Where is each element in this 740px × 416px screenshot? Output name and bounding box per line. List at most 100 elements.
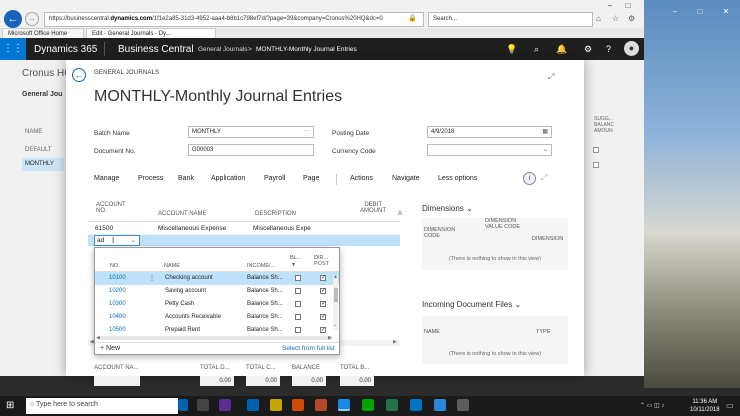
lookup-row[interactable]: 10400 Accounts Receivable Balance Sh...: [95, 311, 339, 324]
dimensions-col-value-code[interactable]: DIMENSION VALUE CODE: [485, 218, 527, 230]
minimize-icon[interactable]: –: [665, 7, 685, 17]
tab-office-home[interactable]: Microsoft Office Home: [2, 28, 84, 38]
row-account-no[interactable]: 61500: [95, 225, 113, 232]
settings-icon[interactable]: ⚙: [628, 14, 635, 23]
maximize-icon[interactable]: □: [618, 1, 638, 11]
lookup-row[interactable]: 10300 Petty Cash Balance Sh...: [95, 298, 339, 311]
lookup-no[interactable]: 10100: [109, 275, 126, 281]
tab-general-journals[interactable]: Edit - General Journals - Dy...: [86, 28, 216, 38]
lookup-no[interactable]: 10200: [109, 288, 126, 294]
row-account-name[interactable]: Miscellaneous Expense: [158, 225, 226, 232]
chevron-down-icon[interactable]: ⌄: [131, 236, 136, 244]
office-icon[interactable]: [315, 399, 327, 411]
action-payroll[interactable]: Payroll: [264, 175, 285, 182]
action-manage[interactable]: Manage: [94, 175, 119, 182]
select-from-full-list-link[interactable]: Select from full list: [282, 345, 335, 352]
browser-search-input[interactable]: Search...: [428, 12, 593, 27]
dimensions-col-dimension[interactable]: DIMENSION: [532, 236, 563, 242]
excel-icon[interactable]: [386, 399, 398, 411]
action-less-options[interactable]: Less options: [438, 175, 477, 182]
forward-arrow-icon[interactable]: →: [25, 12, 39, 26]
task-view-icon[interactable]: [197, 399, 209, 411]
gear-icon[interactable]: ⚙: [584, 38, 592, 60]
document-no-field[interactable]: G00003: [188, 144, 314, 156]
product-name[interactable]: Dynamics 365: [34, 44, 97, 55]
column-header-account-no[interactable]: ACCOUNT NO.: [96, 202, 136, 214]
help-icon[interactable]: ?: [606, 38, 611, 60]
minimize-icon[interactable]: –: [600, 1, 620, 11]
back-arrow-icon[interactable]: ←: [72, 68, 86, 82]
action-application[interactable]: Application: [211, 175, 245, 182]
word-icon[interactable]: [247, 399, 259, 411]
search-icon[interactable]: ⌕: [534, 38, 539, 60]
dialog-breadcrumb[interactable]: GENERAL JOURNALS: [94, 70, 159, 76]
app-name[interactable]: Business Central: [118, 44, 194, 55]
lookup-no[interactable]: 10400: [109, 314, 126, 320]
dimensions-col-code[interactable]: DIMENSION CODE: [424, 227, 460, 239]
lookup-ellipsis-icon[interactable]: ···: [304, 128, 310, 134]
incoming-files-title[interactable]: Incoming Document Files ⌄: [422, 300, 521, 309]
lookup-scroll-thumb[interactable]: [334, 288, 338, 302]
lookup-header-no[interactable]: NO.: [110, 263, 120, 269]
column-header-account-name[interactable]: ACCOUNT NAME: [158, 211, 207, 217]
teams-icon[interactable]: [219, 399, 231, 411]
app-icon[interactable]: [434, 399, 446, 411]
column-header-debit-amount[interactable]: DEBIT AMOUNT: [360, 202, 386, 214]
scroll-left-icon[interactable]: ◀: [96, 335, 100, 341]
incoming-col-name[interactable]: NAME: [424, 329, 440, 335]
scroll-right-icon[interactable]: ▶: [328, 335, 332, 341]
lookup-row[interactable]: 10100 ⋮ Checking account Balance Sh...: [95, 272, 339, 285]
file-explorer-icon[interactable]: [270, 399, 282, 411]
powerpoint-icon[interactable]: [292, 399, 304, 411]
batch-name-field[interactable]: MONTHLY ···: [188, 126, 314, 138]
scroll-up-icon[interactable]: ▲: [333, 274, 338, 280]
chrome-icon[interactable]: [362, 399, 374, 411]
lookup-no[interactable]: 10300: [109, 301, 126, 307]
star-icon[interactable]: ☆: [612, 14, 619, 23]
app-icon[interactable]: [457, 399, 469, 411]
close-icon[interactable]: ✕: [716, 7, 736, 17]
lookup-row[interactable]: 10200 Saving account Balance Sh...: [95, 285, 339, 298]
home-icon[interactable]: ⌂: [596, 14, 601, 23]
tray-icons[interactable]: ⌃ ▭ ◫ ♪: [640, 402, 664, 409]
outlook-icon[interactable]: [410, 399, 422, 411]
dimensions-title[interactable]: Dimensions ⌄: [422, 204, 473, 213]
bell-icon[interactable]: 🔔: [556, 38, 567, 60]
expand-icon[interactable]: ⤢: [541, 173, 547, 183]
lookup-new-button[interactable]: + New: [100, 345, 120, 352]
app-launcher-icon[interactable]: ⋮⋮: [0, 38, 26, 60]
lookup-header-income[interactable]: INCOME/...: [247, 263, 275, 269]
taskbar-clock[interactable]: 11:36 AM 10/11/2018: [690, 398, 720, 414]
row-description[interactable]: Miscellaneous Expe: [253, 225, 311, 232]
currency-code-select[interactable]: ⌄: [427, 144, 552, 156]
table-row[interactable]: [88, 223, 400, 235]
action-bank[interactable]: Bank: [178, 175, 194, 182]
edge-icon[interactable]: [338, 399, 350, 411]
address-bar[interactable]: https://businesscentral.dynamics.com/1f1…: [44, 12, 424, 27]
info-icon[interactable]: i: [523, 172, 536, 185]
expand-icon[interactable]: ⤢: [548, 72, 554, 82]
windows-start-icon[interactable]: ⊞: [6, 400, 14, 411]
action-process[interactable]: Process: [138, 175, 163, 182]
column-header-truncated[interactable]: A: [398, 211, 402, 217]
appbar-crumb-general-journals[interactable]: General Journals: [198, 46, 248, 53]
lookup-header-direct-posting[interactable]: DIR... POST: [314, 255, 332, 267]
action-navigate[interactable]: Navigate: [392, 175, 420, 182]
calendar-icon[interactable]: ▦: [542, 128, 548, 135]
lookup-no[interactable]: 10500: [109, 327, 126, 333]
column-header-description[interactable]: DESCRIPTION: [255, 211, 296, 217]
taskbar-search-input[interactable]: ○ Type here to search: [26, 398, 178, 414]
incoming-col-type[interactable]: TYPE: [536, 329, 550, 335]
scroll-right-icon[interactable]: ▶: [393, 339, 397, 345]
back-arrow-icon[interactable]: ←: [4, 10, 22, 28]
action-page[interactable]: Page: [303, 175, 319, 182]
lookup-horizontal-scrollbar[interactable]: [100, 336, 332, 340]
posting-date-field[interactable]: 4/9/2018 ▦: [427, 126, 552, 138]
microphone-icon[interactable]: [178, 399, 188, 411]
account-no-input[interactable]: ad ⌄: [94, 235, 140, 246]
scroll-down-icon[interactable]: ⌄: [333, 322, 337, 328]
user-avatar-icon[interactable]: ●: [624, 41, 639, 56]
lightbulb-icon[interactable]: 💡: [506, 38, 517, 60]
maximize-icon[interactable]: □: [690, 7, 710, 17]
lookup-header-blocked[interactable]: BL...: [290, 255, 301, 261]
